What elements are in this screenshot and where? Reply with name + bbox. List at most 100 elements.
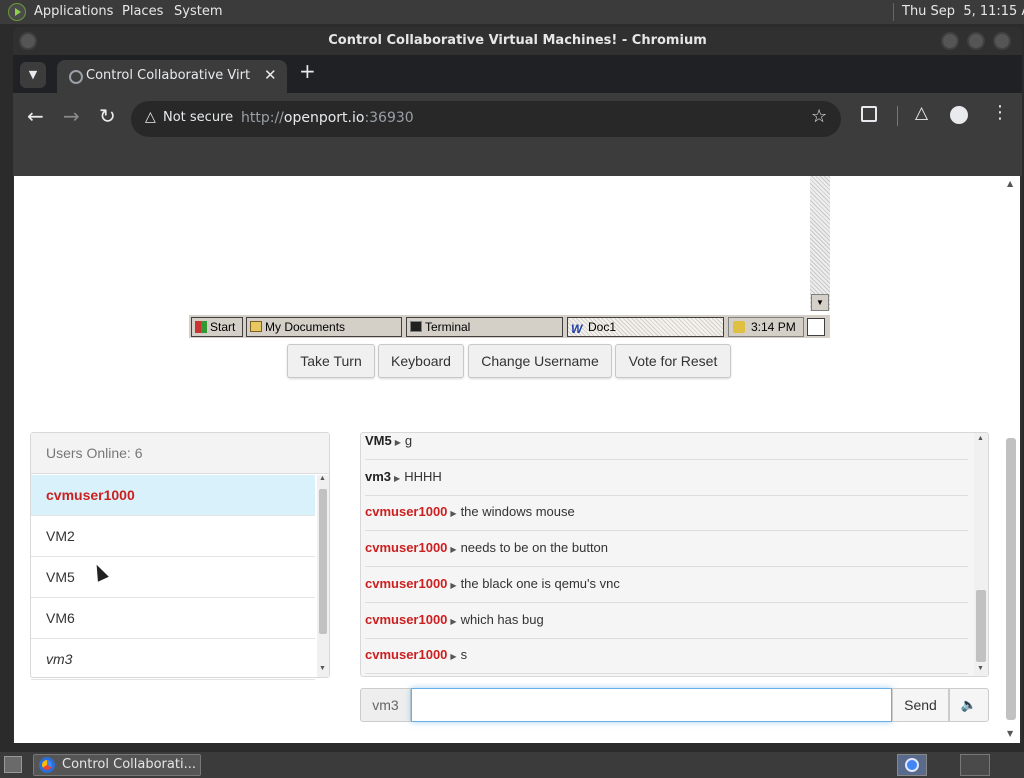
tab-title: Control Collaborative Virtual [86,68,251,83]
applications-menu[interactable]: Applications [34,4,113,19]
page-scrollbar[interactable]: ▲ ▼ [1003,176,1020,743]
chat-username: cvmuser1000 [365,575,448,591]
user-list-item[interactable]: vm3 [31,639,315,680]
users-scrollbar-thumb[interactable] [319,489,327,634]
tab-active[interactable]: Control Collaborative Virtual ✕ [57,60,287,94]
vm-notepad-icon[interactable] [807,318,825,336]
reload-icon[interactable]: ↻ [99,104,116,128]
chat-text: needs to be on the button [460,540,609,556]
globe-icon [69,70,83,84]
chat-username: cvmuser1000 [365,540,448,556]
chat-username: cvmuser1000 [365,611,448,627]
chat-text: the black one is qemu's vnc [460,575,620,591]
chat-username: cvmuser1000 [365,647,448,663]
take-turn-button[interactable]: Take Turn [287,344,375,378]
vm-scrollbar-track[interactable] [810,176,830,311]
user-name: VM6 [46,610,75,626]
extensions-icon[interactable] [861,106,877,122]
chat-message: VM5 ▶ g [365,433,968,460]
address-bar[interactable]: △ Not secure http://openport.io:36930 ☆ [131,101,841,137]
chat-scrollbar-thumb[interactable] [976,590,986,662]
speaker-volume-icon[interactable]: 🔈 [949,688,989,722]
user-list-item[interactable]: VM6 [31,598,315,639]
distro-logo-icon[interactable] [8,3,26,21]
taskbar-chromium-window[interactable]: Control Collaborati... [33,754,201,776]
user-name: VM2 [46,528,75,544]
labs-flask-icon[interactable]: △ [915,103,928,123]
menu-kebab-icon[interactable]: ⋮ [991,102,1009,123]
chromium-icon [39,757,55,773]
tab-search-icon[interactable]: ▼ [20,62,46,88]
panel-clock[interactable]: Thu Sep 5, 11:15 AM [902,4,1024,19]
scroll-down-icon[interactable]: ▼ [1007,729,1013,738]
chat-arrow-icon: ▶ [450,545,457,555]
chat-scrollbar[interactable]: ▲ ▼ [974,433,988,676]
chat-message-input[interactable] [411,688,892,722]
vm-task-label: Terminal [425,320,471,334]
scroll-up-icon[interactable]: ▲ [977,435,984,442]
vote-reset-button[interactable]: Vote for Reset [615,344,731,378]
vm-task-label: My Documents [265,320,346,334]
terminal-icon [410,321,422,332]
browser-window: Control Collaborative Virtual Machines! … [13,27,1022,743]
bookmark-star-icon[interactable]: ☆ [811,106,827,127]
profile-avatar-icon[interactable] [950,106,968,124]
workspace-switcher-1[interactable] [897,754,927,776]
chat-message: cvmuser1000 ▶ the windows mouse [365,495,968,532]
minimize-icon[interactable] [941,32,959,50]
system-menu[interactable]: System [174,4,222,19]
url-text[interactable]: http://openport.io:36930 [241,110,414,126]
maximize-icon[interactable] [967,32,985,50]
vm-task-terminal[interactable]: Terminal [406,317,563,337]
close-tab-icon[interactable]: ✕ [264,66,277,84]
page-viewport: ▼ Start My Documents Terminal W Doc1 3:1… [14,176,1003,743]
vm-screen[interactable]: ▼ Start My Documents Terminal W Doc1 3:1… [189,176,830,338]
scroll-up-icon[interactable]: ▲ [1007,179,1013,188]
chat-arrow-icon: ▶ [394,438,401,447]
user-list-item[interactable]: VM5 [31,557,315,598]
chat-username: VM5 [365,433,392,448]
show-desktop-icon[interactable] [4,756,22,773]
chat-username: vm3 [365,468,392,484]
chat-arrow-icon: ▶ [394,473,401,483]
chat-panel: VM5 ▶ g vm3 ▶ HHHH cvmuser1000 ▶ the windows mou… [360,432,989,677]
vm-clock[interactable]: 3:14 PM [751,320,796,334]
vm-task-doc1[interactable]: W Doc1 [567,317,724,337]
panel-separator [893,3,894,21]
security-chip[interactable]: Not secure [163,110,233,125]
tray-volume-icon[interactable] [733,321,745,333]
places-menu[interactable]: Places [122,4,163,19]
chat-username: cvmuser1000 [365,504,448,520]
url-host: openport.io [283,110,365,126]
window-titlebar[interactable]: Control Collaborative Virtual Machines! … [13,27,1022,55]
change-username-button[interactable]: Change Username [468,344,612,378]
vm-start-button[interactable]: Start [191,317,243,337]
vm-scroll-down-icon[interactable]: ▼ [811,294,829,311]
chat-text: HHHH [404,468,442,484]
url-scheme: http:// [241,110,284,126]
chat-message: cvmuser1000 ▶ s [365,638,968,675]
users-scrollbar[interactable]: ▲ ▼ [317,475,329,677]
chat-arrow-icon: ▶ [450,580,457,590]
user-list-item[interactable]: cvmuser1000 [31,475,315,516]
vm-tray: 3:14 PM [728,317,804,337]
user-list-item[interactable]: VM2 [31,516,315,557]
scroll-down-icon[interactable]: ▼ [977,665,984,672]
keyboard-button[interactable]: Keyboard [378,344,464,378]
top-panel: Applications Places System Thu Sep 5, 11… [0,0,1024,24]
workspace-switcher-2[interactable] [960,754,990,776]
users-panel: Users Online: 6 cvmuser1000 VM2 VM5 VM6 vm3 … [30,432,330,680]
page-scrollbar-thumb[interactable] [1006,438,1016,720]
window-menu-icon[interactable] [19,32,37,50]
forward-icon[interactable]: → [63,104,80,128]
new-tab-button[interactable]: + [299,59,316,83]
warning-triangle-icon[interactable]: △ [145,109,156,125]
chat-input-group: vm3 Send 🔈 [360,688,989,722]
scroll-down-icon[interactable]: ▼ [319,665,326,672]
vm-task-my-documents[interactable]: My Documents [246,317,402,337]
scroll-up-icon[interactable]: ▲ [319,475,326,482]
send-button[interactable]: Send [892,688,949,722]
word-icon: W [571,322,583,336]
close-window-icon[interactable] [993,32,1011,50]
back-icon[interactable]: ← [27,104,44,128]
